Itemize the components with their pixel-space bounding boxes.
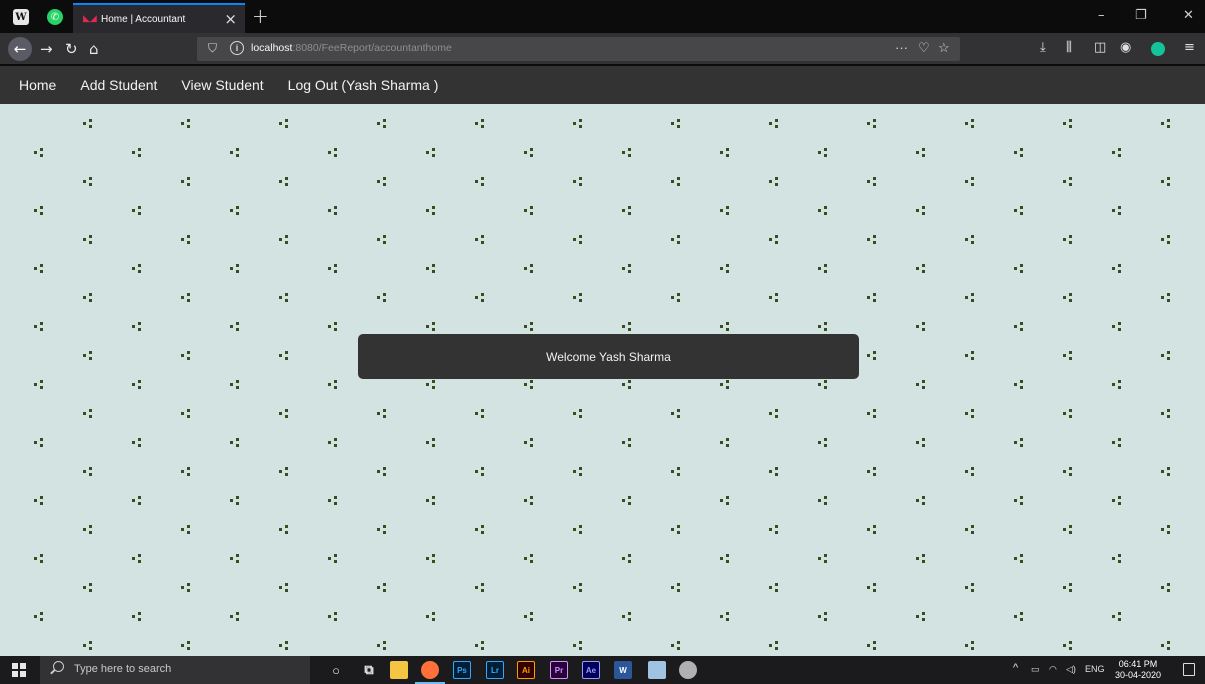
address-bar[interactable]: ⛉ i localhost:8080/FeeReport/accountanth… [197,37,960,61]
language-indicator[interactable]: ENG [1085,664,1105,674]
cortana-icon[interactable]: ○ [327,661,345,679]
reload-icon[interactable]: ↻ [65,39,78,59]
close-window-icon[interactable]: ✕ [1183,8,1194,23]
nav-add-student-link[interactable]: Add Student [68,66,169,104]
library-icon[interactable]: ⫼ [1066,40,1072,55]
site-info-icon[interactable]: i [230,41,244,55]
close-tab-icon[interactable]: × [224,10,237,28]
browser-tab-strip: W ✆ ◣◢ Home | Accountant × + – ❐ ✕ [0,0,1205,33]
search-icon [53,661,64,672]
windows-start-icon[interactable] [12,663,26,677]
wifi-icon[interactable]: ◠ [1049,664,1057,675]
pinned-tab-whatsapp-icon[interactable]: ✆ [47,9,63,25]
url-path: :8080/FeeReport/accountanthome [292,42,452,54]
back-arrow-icon[interactable]: ← [8,37,32,61]
pocket-icon[interactable]: ♡ [918,40,930,56]
photoshop-icon[interactable]: Ps [453,661,471,679]
restore-icon[interactable]: ❐ [1135,8,1147,23]
new-tab-icon[interactable]: + [252,4,269,28]
3d-viewer-icon[interactable] [648,661,666,679]
site-navigation: Home Add Student View Student Log Out (Y… [0,66,1205,104]
home-icon[interactable]: ⌂ [89,39,99,59]
windows-taskbar: Type here to search ○ ⧉ Ps Lr Ai Pr Ae W… [0,656,1205,684]
pinned-tab-wikipedia-icon[interactable]: W [13,9,29,25]
grammarly-extension-icon[interactable] [1151,42,1165,56]
url-host: localhost [251,42,293,54]
action-center-icon[interactable] [1183,663,1195,676]
nav-view-student-link[interactable]: View Student [169,66,275,104]
volume-icon[interactable]: ◁) [1066,664,1076,675]
tracking-shield-icon[interactable]: ⛉ [208,41,217,56]
account-icon[interactable]: ◉ [1120,40,1131,55]
task-view-icon[interactable]: ⧉ [360,661,378,679]
nav-home-link[interactable]: Home [0,66,68,104]
downloads-icon[interactable]: ⤓ [1040,40,1046,55]
bookmark-star-icon[interactable]: ☆ [938,40,950,56]
accountant-favicon-icon: ◣◢ [83,14,97,24]
firefox-icon[interactable] [415,661,445,684]
file-explorer-icon[interactable] [390,661,408,679]
welcome-banner: Welcome Yash Sharma [358,334,859,379]
web-page: Home Add Student View Student Log Out (Y… [0,66,1205,656]
clock-time: 06:41 PM [1118,659,1158,669]
forward-arrow-icon[interactable]: → [40,39,53,59]
page-actions-icon[interactable]: ··· [895,40,908,55]
tab-title: Home | Accountant [101,13,186,25]
clock-date: 30-04-2020 [1114,670,1162,680]
premiere-icon[interactable]: Pr [550,661,568,679]
tray-chevron-up-icon[interactable]: ^ [1013,662,1018,674]
after-effects-icon[interactable]: Ae [582,661,600,679]
word-icon[interactable]: W [614,661,632,679]
pinned-app-icon[interactable] [679,661,697,679]
url-text[interactable]: localhost:8080/FeeReport/accountanthome [251,42,452,54]
illustrator-icon[interactable]: Ai [517,661,535,679]
taskbar-search-placeholder: Type here to search [74,663,172,675]
battery-icon[interactable]: ▭ [1031,664,1040,675]
sidebar-icon[interactable]: ◫ [1094,40,1106,55]
menu-icon[interactable]: ≡ [1184,40,1195,55]
lightroom-icon[interactable]: Lr [486,661,504,679]
taskbar-clock[interactable]: 06:41 PM 30-04-2020 [1110,659,1166,681]
taskbar-search-box[interactable]: Type here to search [40,656,310,684]
nav-logout-link[interactable]: Log Out (Yash Sharma ) [276,66,451,104]
browser-toolbar: ← → ↻ ⌂ ⛉ i localhost:8080/FeeReport/acc… [0,33,1205,65]
browser-tab-active[interactable]: ◣◢ Home | Accountant × [73,3,245,33]
minimize-icon[interactable]: – [1098,8,1105,23]
